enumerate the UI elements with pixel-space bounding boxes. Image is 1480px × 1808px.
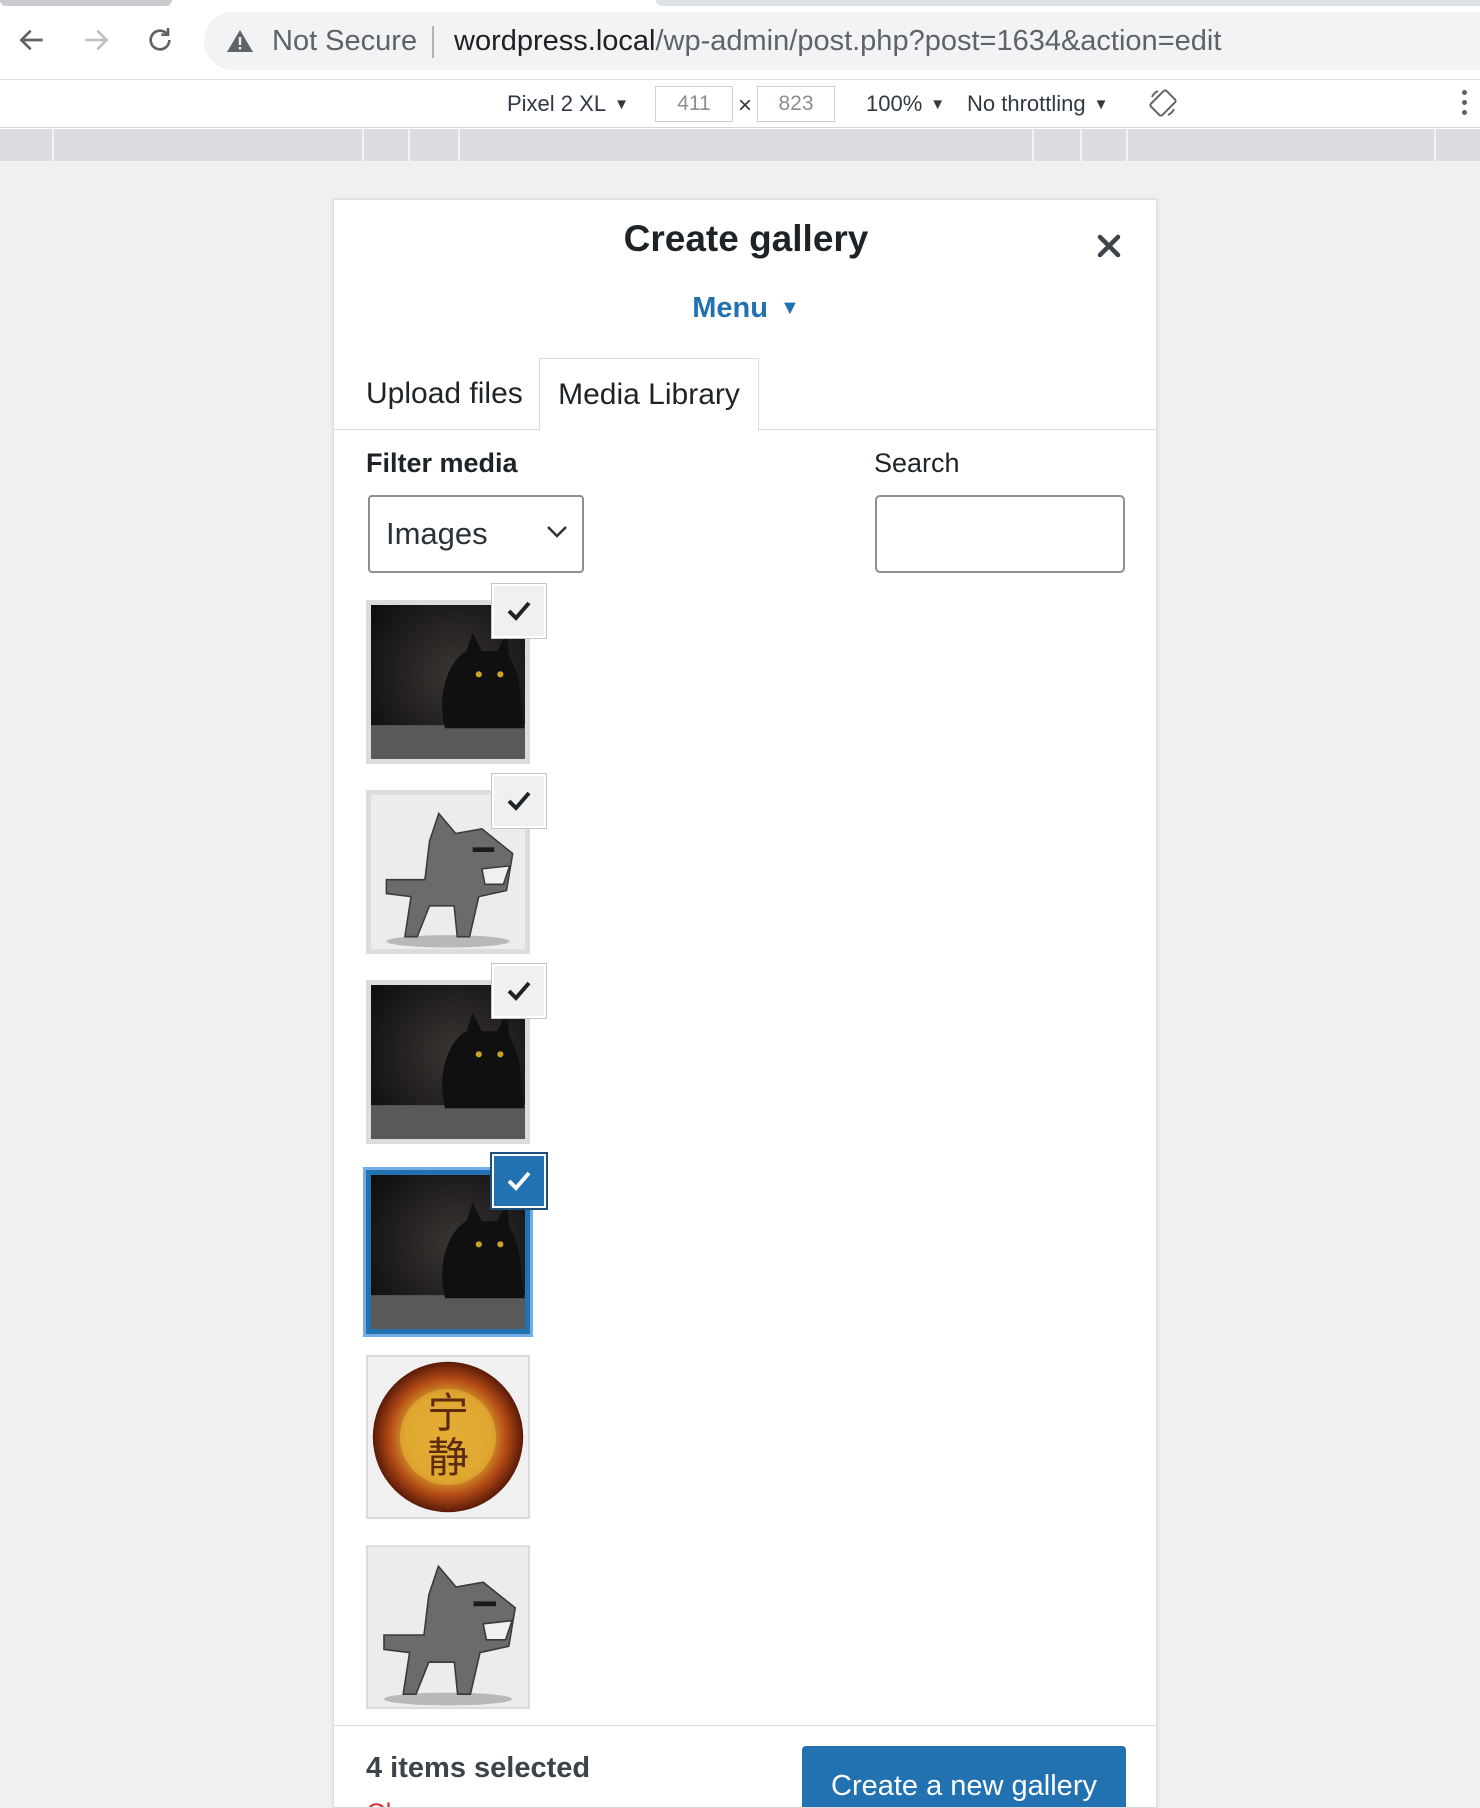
tab-media-library[interactable]: Media Library bbox=[539, 358, 759, 431]
search-input[interactable] bbox=[875, 495, 1125, 573]
throttling-value: No throttling bbox=[967, 91, 1086, 116]
more-options-icon[interactable] bbox=[1460, 90, 1468, 118]
tab-upload-files[interactable]: Upload files bbox=[366, 358, 523, 430]
seal-kanji-bottom: 静 bbox=[427, 1433, 469, 1482]
security-status[interactable]: Not Secure bbox=[272, 25, 417, 58]
forward-button[interactable] bbox=[74, 18, 118, 62]
create-gallery-button[interactable]: Create a new gallery bbox=[802, 1746, 1126, 1807]
height-input[interactable]: 823 bbox=[757, 86, 835, 122]
address-bar[interactable]: Not Secure wordpress.local/wp-admin/post… bbox=[204, 12, 1480, 70]
menu-label: Menu bbox=[692, 292, 768, 324]
caret-down-icon: ▼ bbox=[614, 96, 629, 113]
media-modal: Create gallery Menu ▼ Upload files Media … bbox=[333, 199, 1157, 1808]
media-query-ruler bbox=[0, 129, 1480, 161]
device-toolbar: Pixel 2 XL ▼ 411 × 823 100% ▼ No throttlin… bbox=[0, 80, 1480, 128]
close-button[interactable] bbox=[1089, 226, 1129, 266]
zoom-value: 100% bbox=[866, 91, 923, 116]
seal-kanji-top: 宁 bbox=[427, 1388, 469, 1437]
attachment-item[interactable] bbox=[366, 964, 546, 1144]
search-label: Search bbox=[874, 448, 960, 478]
menu-toggle[interactable]: Menu ▼ bbox=[334, 292, 1156, 325]
address-divider bbox=[432, 26, 434, 58]
reload-button[interactable] bbox=[138, 18, 182, 62]
tab-strip bbox=[0, 0, 1480, 6]
url-host: wordpress.local bbox=[454, 25, 656, 57]
close-icon bbox=[1097, 234, 1121, 258]
attachment-item[interactable] bbox=[366, 1545, 530, 1709]
url-path: /wp-admin/post.php?post=1634&action=edit bbox=[655, 25, 1222, 57]
back-button[interactable] bbox=[10, 18, 54, 62]
filter-media-label: Filter media bbox=[366, 448, 518, 478]
chevron-down-icon bbox=[547, 526, 567, 538]
arrow-right-icon bbox=[85, 29, 109, 51]
inactive-tab-edge[interactable] bbox=[656, 0, 1480, 6]
attachment-item[interactable] bbox=[366, 774, 546, 954]
selection-check[interactable] bbox=[492, 584, 546, 638]
zoom-select[interactable]: 100% ▼ bbox=[866, 91, 945, 117]
dimension-times: × bbox=[738, 92, 753, 119]
filter-media-value: Images bbox=[386, 516, 488, 551]
width-input[interactable]: 411 bbox=[655, 86, 733, 122]
media-toolbar: 4 items selected Clear Create a new gall… bbox=[334, 1725, 1156, 1807]
throttling-select[interactable]: No throttling ▼ bbox=[967, 91, 1108, 117]
selection-count: 4 items selected bbox=[366, 1752, 591, 1784]
router-tabs: Upload files Media Library bbox=[334, 358, 1156, 431]
modal-title: Create gallery bbox=[623, 218, 869, 259]
selection-check[interactable] bbox=[492, 1154, 546, 1208]
selection-check[interactable] bbox=[492, 774, 546, 828]
grey-cartoon-cat bbox=[368, 1547, 528, 1707]
checkmark-icon bbox=[507, 791, 531, 811]
filter-media-select[interactable]: Images bbox=[368, 495, 584, 573]
checkmark-icon bbox=[507, 981, 531, 1001]
orange-seal-kanji: 宁 静 bbox=[368, 1357, 528, 1517]
attachment-item[interactable] bbox=[366, 584, 546, 764]
device-select[interactable]: Pixel 2 XL ▼ bbox=[507, 91, 629, 117]
device-name: Pixel 2 XL bbox=[507, 91, 607, 116]
arrow-left-icon bbox=[19, 29, 43, 51]
url-text[interactable]: wordpress.local/wp-admin/post.php?post=1… bbox=[454, 25, 1221, 58]
checkmark-icon bbox=[507, 1171, 531, 1191]
checkmark-icon bbox=[507, 601, 531, 621]
caret-down-icon: ▼ bbox=[779, 297, 800, 319]
caret-down-icon: ▼ bbox=[930, 96, 946, 113]
caret-down-icon: ▼ bbox=[1093, 96, 1109, 113]
attachment-thumbnail bbox=[366, 1545, 530, 1709]
browser-toolbar: Not Secure wordpress.local/wp-admin/post… bbox=[0, 0, 1480, 80]
attachment-item-focused[interactable] bbox=[366, 1154, 546, 1334]
selection-check[interactable] bbox=[492, 964, 546, 1018]
rotate-icon[interactable] bbox=[1148, 88, 1178, 118]
active-tab-edge[interactable] bbox=[0, 0, 172, 6]
clear-selection-link[interactable]: Clear bbox=[366, 1798, 431, 1807]
warning-icon bbox=[227, 30, 253, 52]
attachment-item[interactable]: 宁 静 bbox=[366, 1355, 530, 1519]
reload-icon bbox=[149, 28, 171, 51]
attachment-thumbnail: 宁 静 bbox=[366, 1355, 530, 1519]
